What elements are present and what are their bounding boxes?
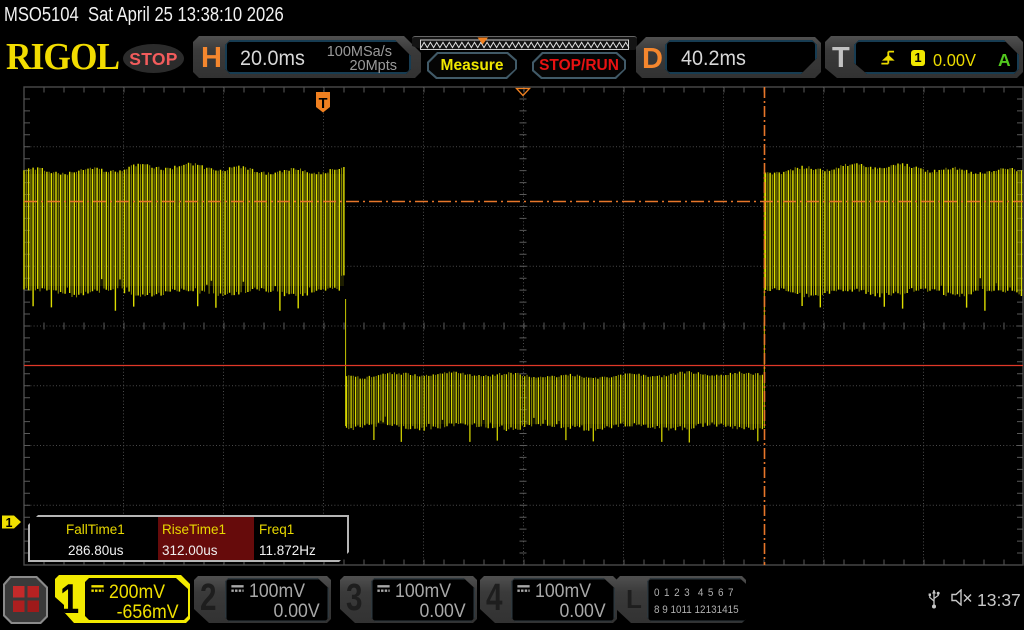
svg-text:T: T bbox=[319, 96, 328, 112]
svg-text:1: 1 bbox=[6, 516, 13, 530]
